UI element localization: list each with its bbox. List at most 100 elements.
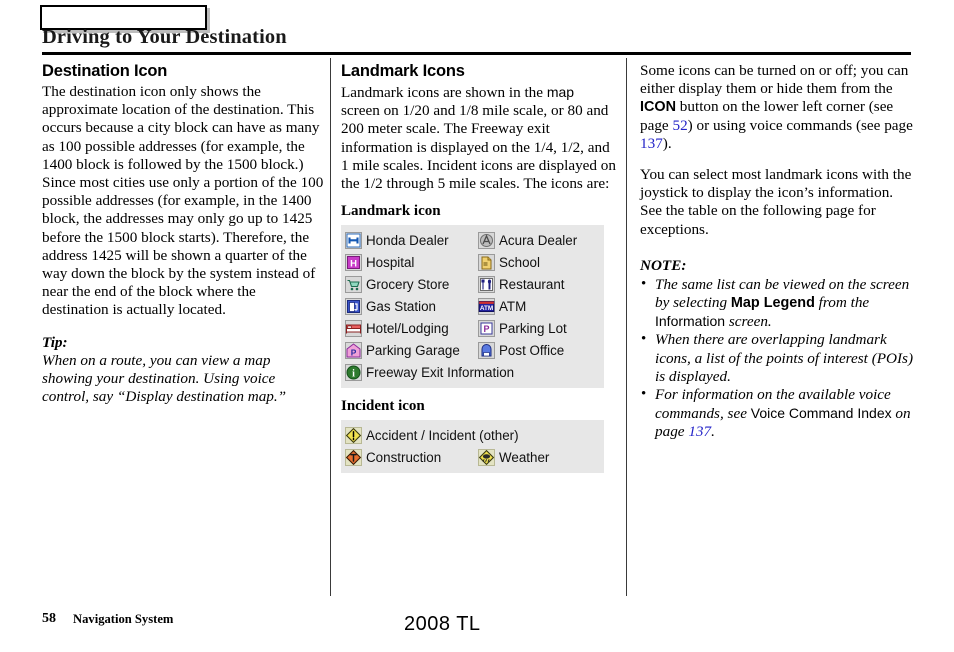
svg-text:H: H xyxy=(350,258,357,269)
gas-station-icon xyxy=(345,297,362,315)
information-term: Information xyxy=(655,313,726,330)
svg-text:P: P xyxy=(483,324,489,334)
hotel-lodging-icon xyxy=(345,319,362,337)
page-title: Driving to Your Destination xyxy=(42,26,287,48)
note-label: NOTE: xyxy=(640,256,687,274)
map-term: map xyxy=(546,84,575,100)
para1-text-d: ). xyxy=(662,134,672,152)
incident-label: Accident / Incident (other) xyxy=(366,427,519,443)
hospital-icon: H xyxy=(345,253,362,271)
para1-text-a: Some icons can be turned on or off; you … xyxy=(640,62,909,98)
post-office-icon xyxy=(478,341,495,359)
tip-label: Tip: xyxy=(42,333,68,351)
construction-icon xyxy=(345,448,362,466)
landmark-label: School xyxy=(499,254,540,270)
landmark-icons-intro: Landmark icons are shown in the map scre… xyxy=(341,83,616,193)
landmark-label: Gas Station xyxy=(366,298,436,314)
note-text-a: When there are overlapping landmark icon… xyxy=(655,331,914,385)
voice-command-index-term: Voice Command Index xyxy=(750,405,892,422)
landmark-label: Freeway Exit Information xyxy=(366,364,515,380)
landmark-entry-hospital: H Hospital xyxy=(345,253,478,271)
footer-page-number: 58 xyxy=(42,611,56,626)
note-text-c: from the xyxy=(814,294,870,312)
column-divider-2 xyxy=(626,58,627,596)
table-row: P Parking Garage Post Office xyxy=(345,339,600,361)
footer-section-name: Navigation System xyxy=(73,612,174,626)
list-item: The same list can be viewed on the scree… xyxy=(640,275,914,332)
footer-model: 2008 TL xyxy=(404,613,481,635)
left-column: Destination Icon The destination icon on… xyxy=(42,62,324,406)
svg-text:i: i xyxy=(352,368,355,379)
icon-toggle-paragraph: Some icons can be turned on or off; you … xyxy=(640,62,914,153)
table-row: Gas Station ATM ATM xyxy=(345,295,600,317)
landmark-entry-parking-garage: P Parking Garage xyxy=(345,341,478,359)
landmark-label: Parking Lot xyxy=(499,320,567,336)
landmark-label: Restaurant xyxy=(499,276,565,292)
landmark-entry-restaurant: Restaurant xyxy=(478,275,611,293)
note-list: The same list can be viewed on the scree… xyxy=(640,275,914,442)
incident-icon-subheading: Incident icon xyxy=(341,398,425,415)
landmark-entry-honda-dealer: Honda Dealer xyxy=(345,231,478,249)
page-reference-137-note[interactable]: 137 xyxy=(688,423,711,440)
table-row: Construction Weather xyxy=(345,446,600,468)
landmark-entry-grocery-store: Grocery Store xyxy=(345,275,478,293)
landmark-entry-hotel-lodging: Hotel/Lodging xyxy=(345,319,478,337)
incident-label: Weather xyxy=(499,449,550,465)
landmark-entry-acura-dealer: Acura Dealer xyxy=(478,231,611,249)
para1-text-c: ) or using voice commands (see page xyxy=(687,116,913,134)
manual-page: Driving to Your Destination Destination … xyxy=(0,0,954,652)
note-text-e: screen. xyxy=(725,313,772,331)
middle-column: Landmark Icons Landmark icons are shown … xyxy=(341,62,616,474)
right-column: Some icons can be turned on or off; you … xyxy=(640,62,914,442)
landmark-label: ATM xyxy=(499,298,527,314)
destination-icon-heading: Destination Icon xyxy=(42,62,168,80)
landmark-entry-post-office: Post Office xyxy=(478,341,611,359)
map-legend-term: Map Legend xyxy=(730,295,815,312)
landmark-label: Hotel/Lodging xyxy=(366,320,449,336)
table-row: Honda Dealer Acura Dealer xyxy=(345,229,600,251)
landmark-entry-parking-lot: P Parking Lot xyxy=(478,319,611,337)
landmark-entry-gas-station: Gas Station xyxy=(345,297,478,315)
acura-dealer-icon xyxy=(478,231,495,249)
landmark-icon-table: Honda Dealer Acura Dealer H Hospital Sch… xyxy=(341,225,604,389)
freeway-exit-information-icon: i xyxy=(345,363,362,381)
column-divider-1 xyxy=(330,58,331,596)
destination-icon-paragraph: The destination icon only shows the appr… xyxy=(42,83,324,319)
landmark-label: Parking Garage xyxy=(366,342,460,358)
table-row: Hotel/Lodging P Parking Lot xyxy=(345,317,600,339)
landmark-label: Grocery Store xyxy=(366,276,450,292)
landmark-label: Acura Dealer xyxy=(499,232,578,248)
incident-entry-accident: Accident / Incident (other) xyxy=(345,426,600,444)
icon-button-term: ICON xyxy=(640,99,676,116)
page-reference-52[interactable]: 52 xyxy=(672,117,687,134)
incident-label: Construction xyxy=(366,449,442,465)
table-row: i Freeway Exit Information xyxy=(345,361,600,383)
title-rule xyxy=(42,52,911,55)
landmark-label: Hospital xyxy=(366,254,415,270)
page-reference-137[interactable]: 137 xyxy=(640,135,663,152)
grocery-store-icon xyxy=(345,275,362,293)
table-row: Grocery Store Restaurant xyxy=(345,273,600,295)
parking-lot-icon: P xyxy=(478,319,495,337)
landmark-entry-atm: ATM ATM xyxy=(478,297,611,315)
restaurant-icon xyxy=(478,275,495,293)
landmark-label: Post Office xyxy=(499,342,565,358)
school-icon xyxy=(478,253,495,271)
note-text-f: . xyxy=(711,423,715,441)
svg-text:P: P xyxy=(351,347,357,357)
table-row: Accident / Incident (other) xyxy=(345,424,600,446)
landmark-icons-heading: Landmark Icons xyxy=(341,62,465,80)
landmark-entry-freeway-exit-information: i Freeway Exit Information xyxy=(345,363,600,381)
list-item: For information on the available voice c… xyxy=(640,385,914,442)
tip-text: When on a route, you can view a map show… xyxy=(42,351,287,406)
table-row: H Hospital School xyxy=(345,251,600,273)
svg-text:ATM: ATM xyxy=(480,305,493,312)
incident-entry-weather: Weather xyxy=(478,448,611,466)
honda-dealer-icon xyxy=(345,231,362,249)
weather-icon xyxy=(478,448,495,466)
accident-incident-icon xyxy=(345,426,362,444)
parking-garage-icon: P xyxy=(345,341,362,359)
atm-icon: ATM xyxy=(478,297,495,315)
landmark-icon-subheading: Landmark icon xyxy=(341,203,441,220)
intro-text-b: screen on 1/20 and 1/8 mile scale, or 80… xyxy=(341,102,616,193)
